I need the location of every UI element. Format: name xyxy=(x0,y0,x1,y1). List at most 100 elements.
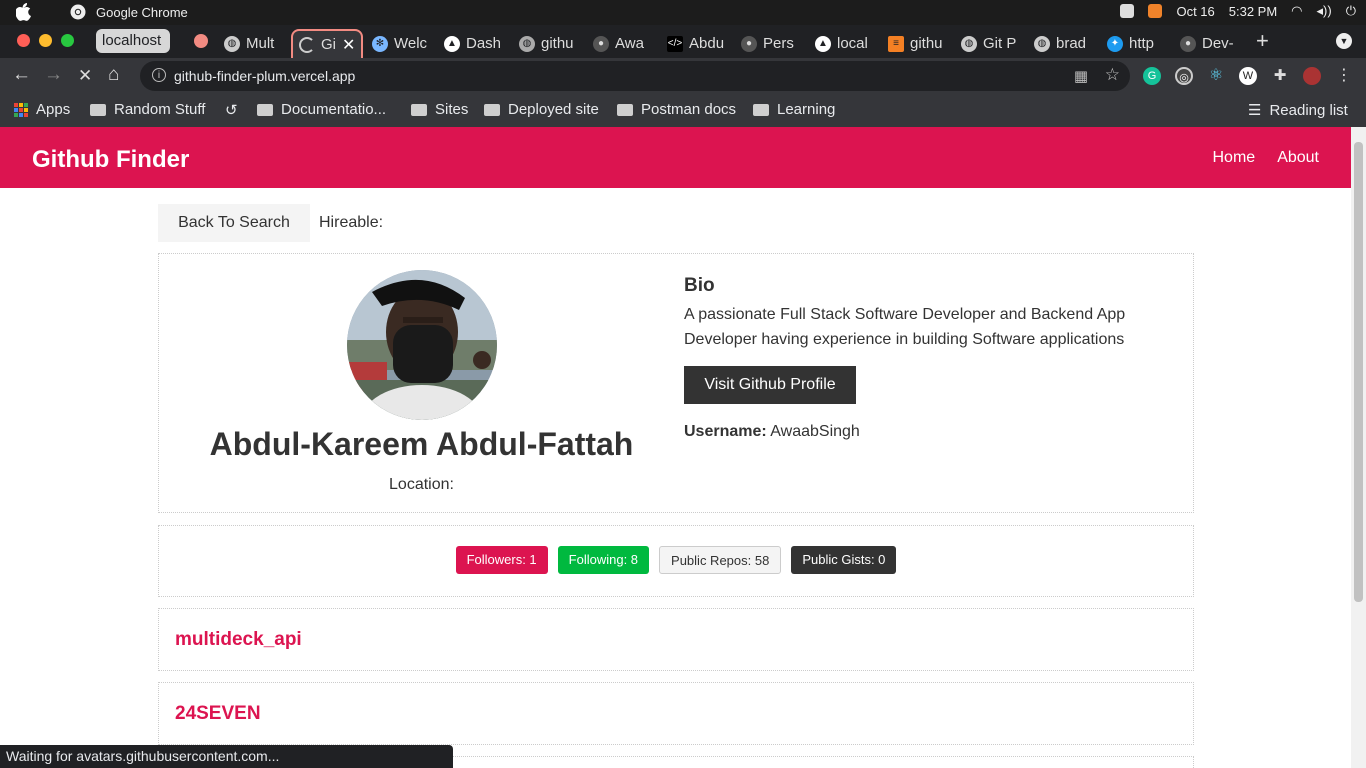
tab-github-1[interactable]: ◍ githu xyxy=(513,29,579,58)
bookmark-label: Postman docs xyxy=(641,101,737,118)
tab-mult[interactable]: ◍ Mult xyxy=(218,29,284,58)
target-extension-icon[interactable]: ◎ xyxy=(1175,67,1193,85)
tab-label: githu xyxy=(910,35,943,52)
tab-label: githu xyxy=(541,35,574,52)
tab-label: Gi xyxy=(321,36,336,53)
wordtune-icon[interactable]: W xyxy=(1239,67,1257,85)
more-menu-icon[interactable]: ⋮ xyxy=(1335,67,1353,85)
grammarly-icon[interactable]: G xyxy=(1143,67,1161,85)
tab-strip: localhost ◍ Mult Gi ✕ ✻ Welc ▲ Dash ◍ gi… xyxy=(0,25,1366,58)
bookmark-label: Apps xyxy=(36,101,71,118)
bookmark-label: Documentatio... xyxy=(281,101,387,118)
power-icon[interactable]: ⏻ xyxy=(1346,3,1356,19)
forward-arrow-icon[interactable]: → xyxy=(44,64,63,86)
wifi-icon[interactable]: ◠ xyxy=(1291,3,1302,19)
tab-label: Dash xyxy=(466,35,502,52)
address-bar[interactable]: i github-finder-plum.vercel.app ▦ ☆ xyxy=(140,61,1130,91)
date-label[interactable]: Oct 16 xyxy=(1176,4,1214,19)
close-window-button[interactable] xyxy=(17,34,30,47)
repo-link[interactable]: multideck_api xyxy=(175,629,302,651)
extensions-puzzle-icon[interactable]: ✚ xyxy=(1271,67,1289,85)
time-label[interactable]: 5:32 PM xyxy=(1229,4,1277,19)
stats-card: Followers: 1 Following: 8 Public Repos: … xyxy=(158,525,1194,597)
bookmark-label: Sites xyxy=(435,101,469,118)
bookmark-postman-docs[interactable]: Postman docs xyxy=(617,101,736,118)
volume-icon[interactable]: ◂)) xyxy=(1317,3,1332,19)
nav-home-link[interactable]: Home xyxy=(1213,149,1256,167)
scrollbar-thumb[interactable] xyxy=(1354,142,1363,602)
home-icon[interactable]: ⌂ xyxy=(108,64,119,86)
bookmark-history[interactable]: ↺ xyxy=(225,101,238,119)
welcome-icon: ✻ xyxy=(372,35,388,52)
profile-card: Abdul-Kareem Abdul-Fattah Location: Bio … xyxy=(158,253,1194,513)
site-info-icon[interactable]: i xyxy=(152,68,166,82)
bookmark-documentation[interactable]: Documentatio... xyxy=(257,101,386,118)
reading-list-button[interactable]: ☰ Reading list xyxy=(1248,101,1348,120)
app-navbar: Github Finder Home About xyxy=(0,127,1351,188)
minimize-window-button[interactable] xyxy=(39,34,52,47)
github-icon: ● xyxy=(1180,35,1196,52)
status-bubble: Waiting for avatars.githubusercontent.co… xyxy=(0,745,453,768)
active-app-name[interactable]: Google Chrome xyxy=(96,5,188,20)
back-arrow-icon[interactable]: ← xyxy=(12,64,31,86)
folder-icon xyxy=(484,103,500,116)
tab-local[interactable]: ▲ local xyxy=(809,29,875,58)
tab-git-p[interactable]: ◍ Git P xyxy=(955,29,1021,58)
tab-brad[interactable]: ◍ brad xyxy=(1028,29,1094,58)
bookmark-star-icon[interactable]: ☆ xyxy=(1105,65,1120,85)
nav-about-link[interactable]: About xyxy=(1277,149,1319,167)
stop-loading-icon[interactable]: ✕ xyxy=(78,66,92,86)
close-tab-icon[interactable]: ✕ xyxy=(342,35,355,55)
tab-pers[interactable]: ● Pers xyxy=(735,29,801,58)
tab-label: Dev- xyxy=(1202,35,1234,52)
screen-icon[interactable] xyxy=(1120,4,1135,18)
vercel-icon: ▲ xyxy=(444,35,460,52)
maximize-window-button[interactable] xyxy=(61,34,74,47)
tab-group-localhost[interactable]: localhost xyxy=(96,29,170,53)
username-row: Username: AwaabSingh xyxy=(684,423,860,441)
tab-label: Awa xyxy=(615,35,644,52)
os-menu-bar: Google Chrome Oct 16 5:32 PM ◠ ◂)) ⏻ xyxy=(0,0,1366,25)
nav-links: Home About xyxy=(1213,149,1320,167)
tab-label: Welc xyxy=(394,35,428,52)
public-gists-badge: Public Gists: 0 xyxy=(791,546,897,574)
bookmark-label: Random Stuff xyxy=(114,101,206,118)
tab-dash[interactable]: ▲ Dash xyxy=(438,29,506,58)
repo-link[interactable]: 24SEVEN xyxy=(175,703,261,725)
back-to-search-button[interactable]: Back To Search xyxy=(158,204,310,242)
app-brand: Github Finder xyxy=(32,146,190,173)
tab-awa[interactable]: ● Awa xyxy=(587,29,653,58)
page-scrollbar[interactable] xyxy=(1351,127,1366,768)
bookmark-deployed-site[interactable]: Deployed site xyxy=(484,101,599,118)
visit-github-profile-button[interactable]: Visit Github Profile xyxy=(684,366,856,404)
hireable-label: Hireable: xyxy=(319,214,384,231)
tab-welcome[interactable]: ✻ Welc xyxy=(366,29,432,58)
bookmark-label: Deployed site xyxy=(508,101,599,118)
bio-heading: Bio xyxy=(684,275,715,296)
tab-search-icon[interactable]: ▼ xyxy=(1336,33,1352,49)
tab-github-finder[interactable]: Gi ✕ xyxy=(291,29,363,58)
tab-dev[interactable]: ● Dev- xyxy=(1174,29,1240,58)
tab-github-2[interactable]: ≡ githu xyxy=(882,29,948,58)
react-devtools-icon[interactable]: ⚛ xyxy=(1207,67,1225,85)
qr-code-icon[interactable]: ▦ xyxy=(1074,67,1088,85)
loading-spinner-icon xyxy=(299,36,315,53)
tab-abdu[interactable]: </> Abdu xyxy=(661,29,727,58)
globe-icon: ◍ xyxy=(1034,35,1050,52)
tab-group-color-dot-icon[interactable] xyxy=(194,34,208,48)
vercel-icon: ▲ xyxy=(815,35,831,52)
apple-icon[interactable] xyxy=(16,3,32,21)
tab-http[interactable]: ✦ http xyxy=(1101,29,1167,58)
folder-icon xyxy=(90,103,106,116)
profile-name: Abdul-Kareem Abdul-Fattah xyxy=(209,426,634,462)
profile-avatar[interactable] xyxy=(1303,67,1321,85)
url-text[interactable]: github-finder-plum.vercel.app xyxy=(174,68,355,84)
bookmark-sites[interactable]: Sites xyxy=(411,101,468,118)
bookmark-random-stuff[interactable]: Random Stuff xyxy=(90,101,205,118)
new-tab-icon[interactable]: + xyxy=(1256,28,1269,54)
twitter-icon: ✦ xyxy=(1107,35,1123,52)
tab-label: Pers xyxy=(763,35,794,52)
bookmark-apps[interactable]: Apps xyxy=(14,101,70,118)
bookmark-learning[interactable]: Learning xyxy=(753,101,835,118)
stack-icon[interactable] xyxy=(1148,4,1163,18)
